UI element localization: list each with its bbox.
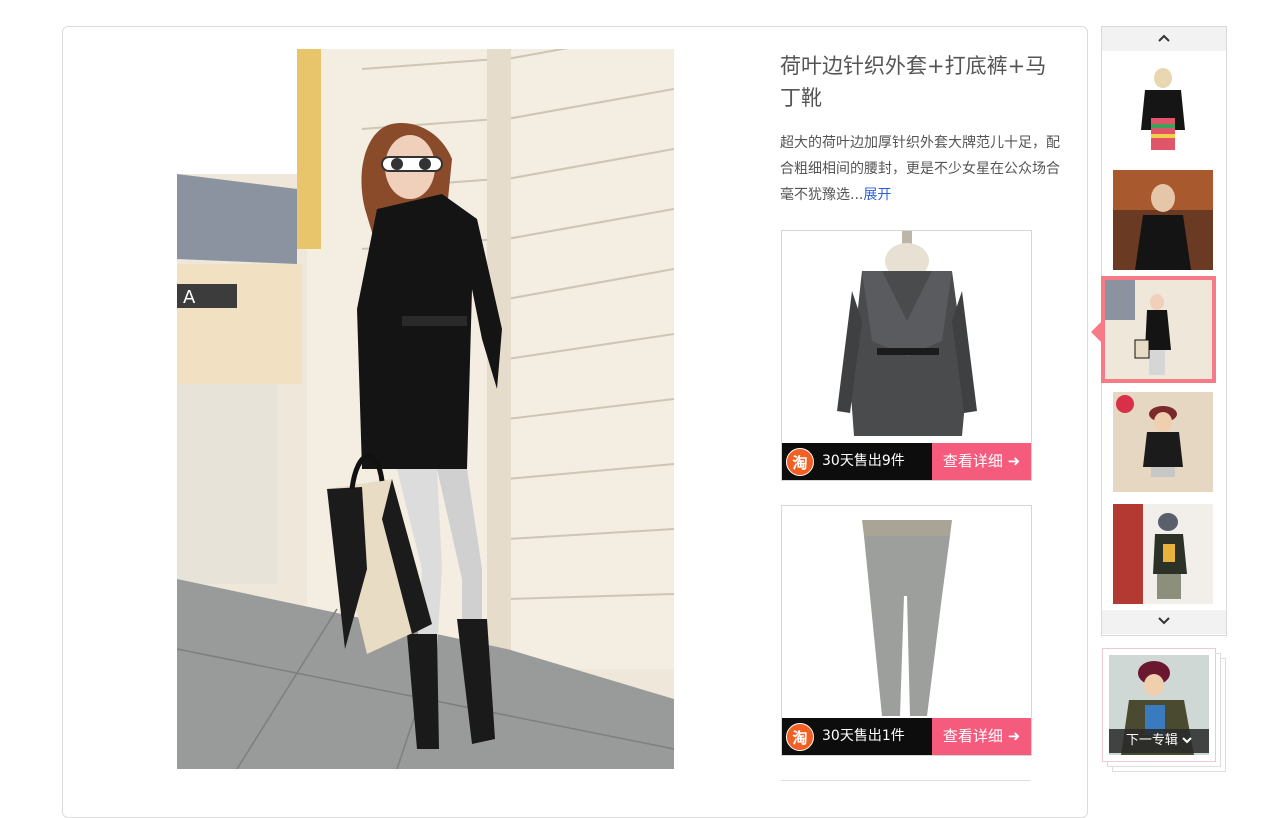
carousel-up-button[interactable] — [1102, 27, 1226, 51]
chevron-down-icon — [1182, 737, 1192, 744]
product-bar: 淘 30天售出9件 查看详细 ➜ — [782, 443, 1031, 480]
next-topic-button[interactable]: 下一专辑 — [1109, 729, 1209, 753]
thumbnail-2[interactable] — [1113, 170, 1213, 270]
next-topic-label: 下一专辑 — [1125, 733, 1178, 748]
expand-link[interactable]: 展开 — [863, 187, 891, 203]
description-ellipsis: ... — [850, 187, 864, 203]
description-text: 超大的荷叶边加厚针织外套大牌范儿十足，配合粗细相间的腰封，更是不少女星在公众场合… — [780, 135, 1060, 203]
section-divider — [781, 780, 1030, 781]
article-title: 荷叶边针织外套+打底裤+马丁靴 — [780, 54, 1047, 110]
thumbnail-3[interactable] — [1101, 276, 1216, 383]
hero-photo: A — [177, 49, 674, 769]
svg-text:A: A — [183, 287, 196, 308]
sold-count: 30天售出9件 — [822, 453, 905, 469]
next-topic-card[interactable]: 下一专辑 — [1102, 648, 1216, 762]
product-bar: 淘 30天售出1件 查看详细 ➜ — [782, 718, 1031, 755]
thumbnail-5[interactable] — [1113, 504, 1213, 604]
coat-product-image — [782, 231, 1031, 441]
thumbnail-1[interactable] — [1113, 60, 1213, 160]
article-description: 超大的荷叶边加厚针织外套大牌范儿十足，配合粗细相间的腰封，更是不少女星在公众场合… — [780, 130, 1070, 208]
view-detail-button[interactable]: 查看详细 ➜ — [932, 443, 1031, 480]
product-card-leggings[interactable]: 淘 30天售出1件 查看详细 ➜ — [781, 505, 1032, 756]
view-detail-button[interactable]: 查看详细 ➜ — [932, 718, 1031, 755]
sold-count: 30天售出1件 — [822, 728, 905, 744]
chevron-down-icon — [1158, 617, 1170, 625]
thumbnail-4[interactable] — [1113, 392, 1213, 492]
leggings-product-image — [782, 506, 1031, 716]
chevron-up-icon — [1158, 34, 1170, 42]
carousel-down-button[interactable] — [1102, 610, 1226, 634]
active-thumbnail-pointer — [1091, 322, 1101, 342]
taobao-icon: 淘 — [786, 723, 814, 751]
thumbnail-carousel — [1101, 26, 1227, 636]
product-card-coat[interactable]: 淘 30天售出9件 查看详细 ➜ — [781, 230, 1032, 481]
taobao-icon: 淘 — [786, 448, 814, 476]
